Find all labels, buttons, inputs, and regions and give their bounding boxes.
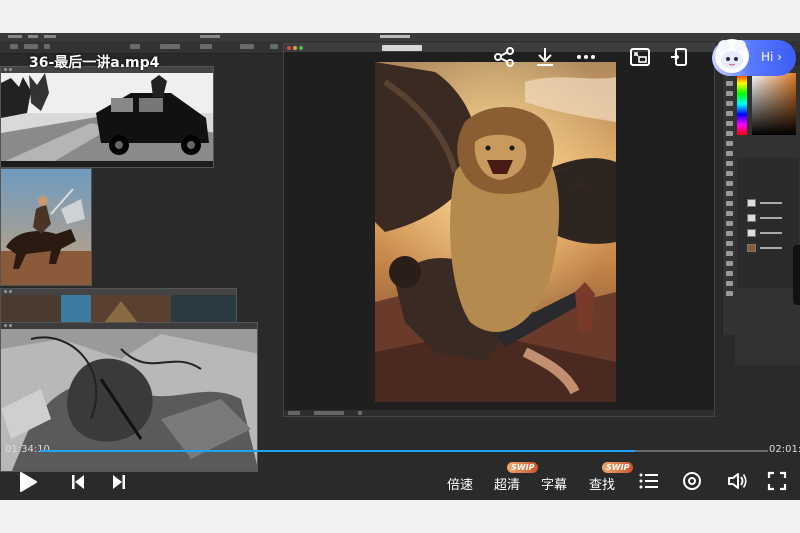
side-drawer-handle[interactable]: [793, 245, 800, 305]
download-icon[interactable]: [533, 45, 557, 69]
hue-strip: [737, 73, 747, 135]
subtitle-button[interactable]: 字幕: [541, 474, 567, 493]
playlist-icon[interactable]: [639, 472, 659, 490]
progress-fill: [40, 450, 635, 452]
color-picker: [752, 73, 796, 135]
reference-image-horse-rider: [0, 168, 92, 286]
settings-icon[interactable]: [682, 471, 702, 491]
search-button[interactable]: 查找: [589, 474, 615, 493]
float-window-icon[interactable]: [668, 45, 692, 69]
fullscreen-icon[interactable]: [767, 471, 787, 491]
reference-image-strip: [0, 288, 237, 326]
picture-in-picture-icon[interactable]: [628, 45, 652, 69]
ps-menubar: [0, 33, 800, 41]
video-title: 36-最后一讲a.mp4: [29, 55, 160, 71]
ps-toolbar: [722, 65, 736, 335]
assistant-avatar-icon[interactable]: [712, 36, 752, 76]
vip-badge-search: SWIP: [602, 462, 634, 473]
reference-image-car: [0, 66, 214, 168]
painting-winged-lion: [375, 62, 616, 402]
speed-button[interactable]: 倍速: [447, 474, 473, 493]
previous-button[interactable]: [70, 473, 86, 491]
share-icon[interactable]: [492, 45, 516, 69]
more-icon[interactable]: [574, 45, 598, 69]
progress-bar[interactable]: [40, 450, 768, 452]
next-button[interactable]: [111, 473, 127, 491]
volume-icon[interactable]: [726, 471, 748, 491]
vip-badge: SWIP: [507, 462, 539, 473]
layers-panel: [737, 158, 799, 288]
quality-button[interactable]: 超清: [494, 474, 520, 493]
assistant-label[interactable]: Hi ›: [761, 50, 782, 64]
play-button[interactable]: [17, 470, 39, 494]
duration: 02:01:2: [769, 444, 800, 455]
video-player[interactable]: [0, 33, 800, 500]
